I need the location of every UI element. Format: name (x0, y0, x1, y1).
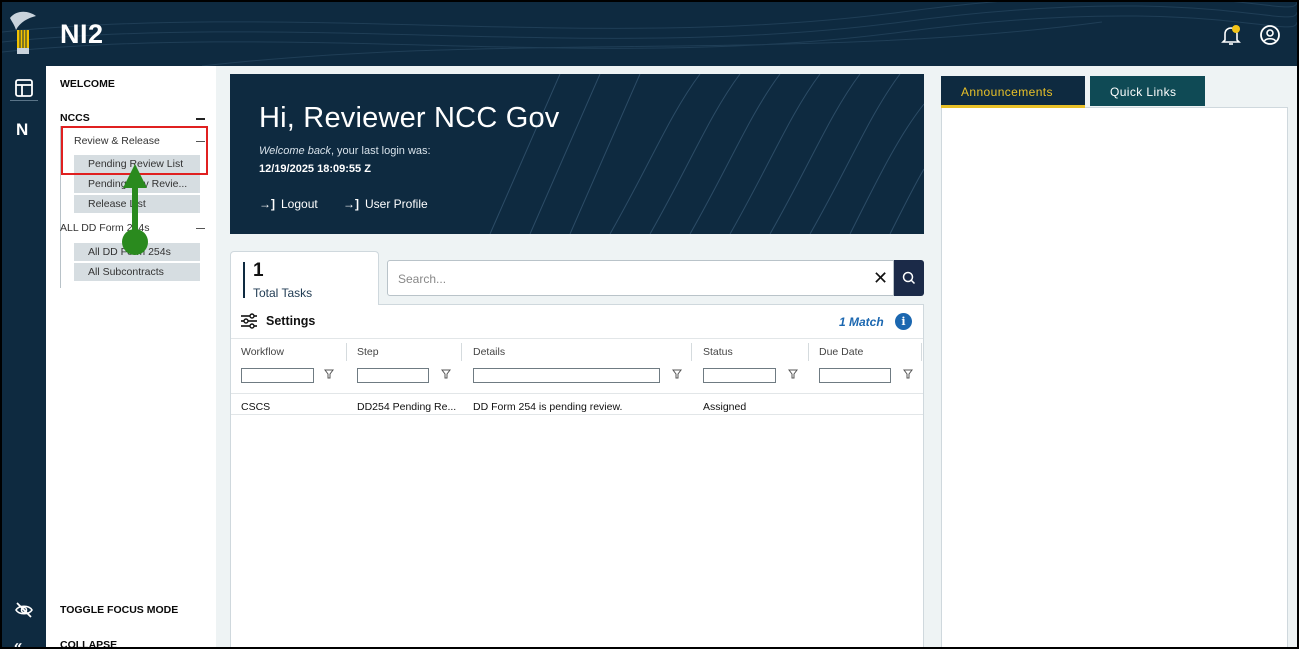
tab-announcements[interactable]: Announcements (941, 76, 1085, 108)
cell-status: Assigned (703, 401, 747, 413)
announcements-panel (941, 107, 1288, 647)
sidebar-item-all-subcontracts[interactable]: All Subcontracts (74, 263, 200, 281)
collapse-nccs-icon[interactable] (196, 118, 205, 120)
rail-item-n[interactable]: N (16, 120, 28, 140)
search-button[interactable] (894, 260, 924, 296)
total-tasks-tab[interactable]: 1 Total Tasks (230, 251, 379, 305)
tasks-card: Settings 1 Match i Workflow Step Details… (230, 304, 924, 647)
app-frame: NI2 N « WELCOME NCCS Review & Release Pe… (0, 0, 1299, 649)
collapse-dd254-icon[interactable] (196, 228, 205, 229)
tasks-count: 1 (253, 260, 264, 281)
filter-details-input[interactable] (473, 368, 660, 383)
filter-due-date-input[interactable] (819, 368, 891, 383)
toggle-focus-mode[interactable]: TOGGLE FOCUS MODE (60, 604, 178, 616)
filter-icon[interactable] (324, 368, 334, 380)
bell-icon[interactable] (1221, 24, 1241, 46)
sliders-icon[interactable] (240, 313, 258, 329)
header-pattern (2, 2, 1297, 66)
login-arrow-icon: →] (343, 197, 359, 211)
double-chevron-left-icon[interactable]: « (14, 637, 22, 647)
clear-icon[interactable]: ✕ (873, 268, 888, 289)
col-details[interactable]: Details (473, 346, 505, 358)
filter-icon[interactable] (903, 368, 913, 380)
tab-accent-bar (243, 262, 245, 298)
layout-icon[interactable] (13, 77, 35, 99)
col-divider (461, 343, 462, 361)
settings-row: Settings 1 Match i (231, 305, 923, 339)
col-due-date[interactable]: Due Date (819, 346, 863, 358)
user-circle-icon[interactable] (1259, 24, 1281, 46)
sidebar-section-nccs[interactable]: NCCS (60, 112, 90, 124)
annotation-arrow (122, 164, 148, 255)
tab-quick-links[interactable]: Quick Links (1090, 76, 1205, 106)
filter-workflow-input[interactable] (241, 368, 314, 383)
cell-step: DD254 Pending Re... (357, 401, 457, 413)
tasks-count-label: Total Tasks (253, 286, 313, 300)
logout-label: Logout (281, 197, 318, 211)
rail-divider (10, 100, 38, 101)
col-divider (808, 343, 809, 361)
cell-workflow: CSCS (241, 401, 271, 413)
filter-status-input[interactable] (703, 368, 776, 383)
col-status[interactable]: Status (703, 346, 733, 358)
greeting-title: Hi, Reviewer NCC Gov (259, 102, 560, 134)
left-rail: N « (2, 66, 46, 647)
agency-seal-logo (10, 11, 36, 54)
info-icon[interactable]: i (895, 313, 912, 330)
collapse-sidebar[interactable]: COLLAPSE (60, 639, 117, 647)
welcome-banner: Hi, Reviewer NCC Gov Welcome back, your … (230, 74, 924, 234)
match-count: 1 Match (839, 315, 884, 329)
col-step[interactable]: Step (357, 346, 379, 358)
top-bar: NI2 (2, 2, 1297, 66)
col-divider (346, 343, 347, 361)
search-icon (902, 271, 916, 285)
logout-link[interactable]: →] Logout (259, 197, 318, 211)
sidebar-welcome[interactable]: WELCOME (60, 78, 115, 90)
col-workflow[interactable]: Workflow (241, 346, 284, 358)
cell-details: DD Form 254 is pending review. (473, 401, 623, 413)
login-arrow-icon: →] (259, 197, 275, 211)
filter-icon[interactable] (441, 368, 451, 380)
search-input[interactable] (398, 269, 838, 289)
notification-dot (1232, 25, 1240, 33)
table-row[interactable]: CSCS DD254 Pending Re... DD Form 254 is … (231, 393, 923, 415)
eye-off-icon[interactable] (14, 602, 34, 618)
welcome-text: Welcome back, your last login was: (259, 145, 431, 157)
col-divider (691, 343, 692, 361)
last-login-time: 12/19/2025 18:09:55 Z (259, 163, 371, 175)
welcome-em: Welcome back (259, 145, 331, 157)
app-title: NI2 (60, 19, 104, 49)
search-box: ✕ (387, 260, 894, 296)
user-profile-link[interactable]: →] User Profile (343, 197, 428, 211)
filter-icon[interactable] (672, 368, 682, 380)
profile-label: User Profile (365, 197, 428, 211)
filter-icon[interactable] (788, 368, 798, 380)
settings-label[interactable]: Settings (266, 314, 315, 328)
filter-step-input[interactable] (357, 368, 429, 383)
col-divider (921, 343, 922, 361)
welcome-rest: , your last login was: (330, 145, 431, 157)
